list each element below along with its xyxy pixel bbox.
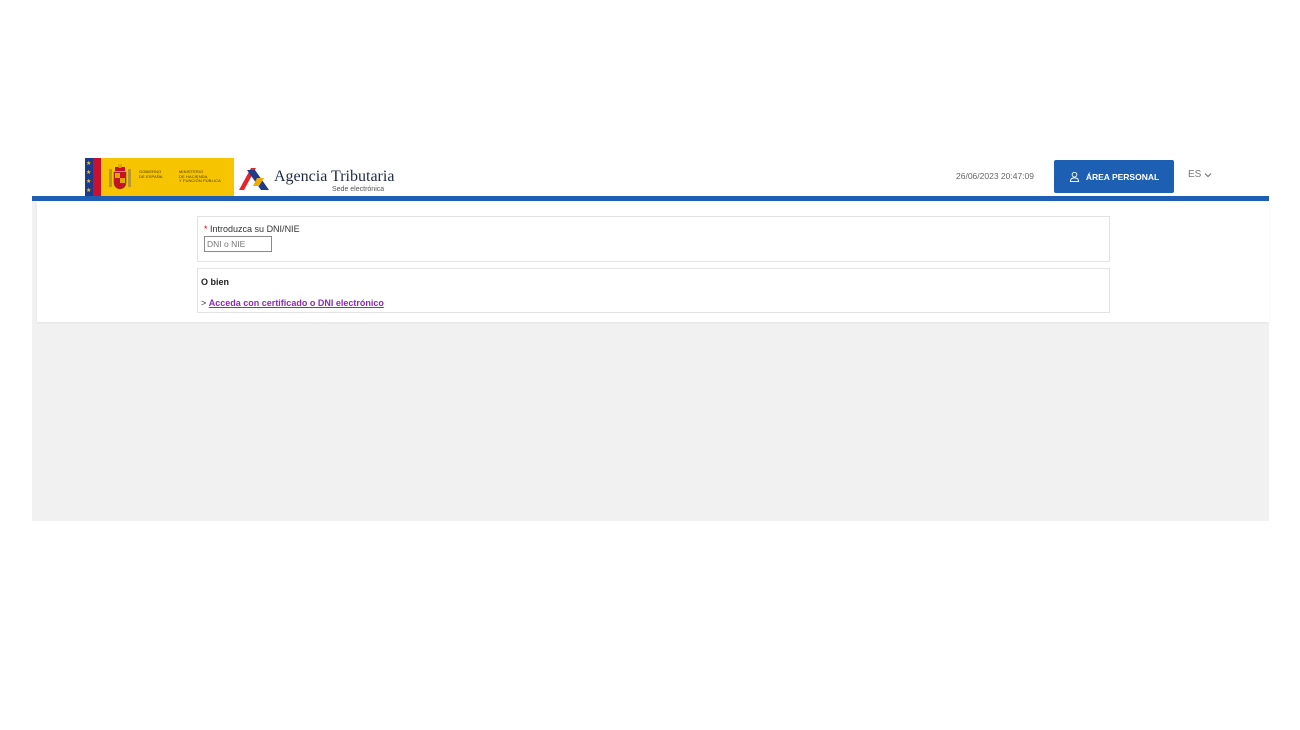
link-prefix: >: [201, 298, 207, 308]
certificate-panel: O bien > Acceda con certificado o DNI el…: [197, 268, 1110, 313]
dni-panel: * Introduzca su DNI/NIE: [197, 216, 1110, 262]
certificate-login-link[interactable]: Acceda con certificado o DNI electrónico: [209, 298, 384, 308]
site-header: ★ ★ ★ ★ GOBIERNO DE ESPAÑA MINISTERIO DE…: [32, 157, 1269, 197]
agency-subtitle: Sede electrónica: [332, 186, 385, 193]
alternative-heading: O bien: [201, 277, 230, 287]
dni-label: * Introduzca su DNI/NIE: [204, 224, 300, 234]
coat-of-arms-icon: [109, 164, 131, 190]
login-content: * Introduzca su DNI/NIE O bien > Acceda …: [37, 201, 1269, 322]
dni-input[interactable]: [204, 236, 272, 252]
gobierno-text: GOBIERNO DE ESPAÑA: [139, 169, 163, 179]
page-container: ★ ★ ★ ★ GOBIERNO DE ESPAÑA MINISTERIO DE…: [32, 157, 1269, 521]
eu-spain-flag-icon: ★ ★ ★ ★: [85, 158, 101, 197]
agency-title: Agencia Tributaria: [274, 168, 395, 185]
required-mark: *: [204, 224, 208, 234]
agencia-tributaria-mark-icon: [239, 168, 269, 190]
gobierno-espana-logo[interactable]: ★ ★ ★ ★ GOBIERNO DE ESPAÑA MINISTERIO DE…: [85, 158, 234, 197]
dni-label-text: Introduzca su DNI/NIE: [210, 224, 300, 234]
user-icon: [1069, 171, 1079, 182]
current-datetime: 26/06/2023 20:47:09: [956, 171, 1034, 181]
language-selector[interactable]: ES: [1188, 169, 1212, 180]
ministerio-text: MINISTERIO DE HACIENDA Y FUNCIÓN PÚBLICA: [179, 169, 221, 184]
chevron-down-icon: [1204, 172, 1212, 177]
area-personal-button[interactable]: ÁREA PERSONAL: [1054, 160, 1174, 193]
language-label: ES: [1188, 169, 1202, 180]
area-personal-label: ÁREA PERSONAL: [1085, 171, 1160, 182]
certificate-line: > Acceda con certificado o DNI electróni…: [201, 298, 384, 308]
agencia-tributaria-logo[interactable]: Agencia Tributaria Sede electrónica: [237, 162, 397, 196]
